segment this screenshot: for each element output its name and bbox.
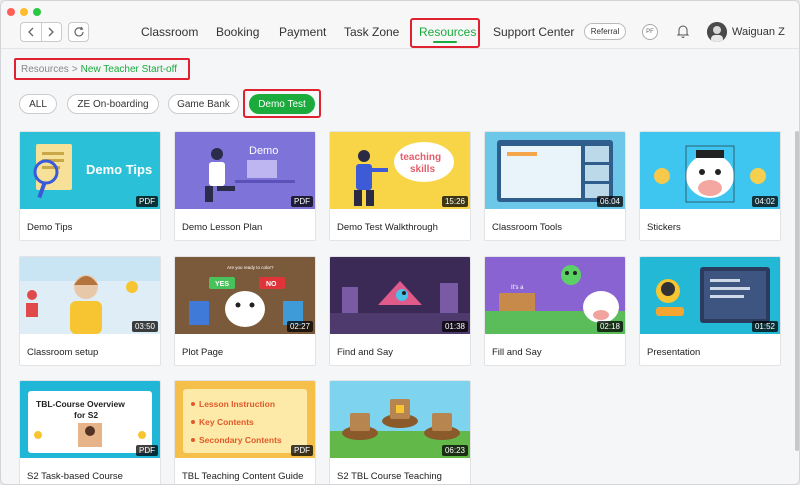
card-title: Plot Page (182, 347, 224, 358)
filter-all[interactable]: ALL (19, 94, 57, 114)
svg-text:NO: NO (266, 281, 277, 288)
menu-classroom[interactable]: Classroom (141, 25, 198, 39)
menu-task-zone[interactable]: Task Zone (344, 25, 399, 39)
pf-badge-icon[interactable]: PF (642, 24, 658, 40)
card-title: Demo Test Walkthrough (337, 222, 438, 233)
card-thumbnail: It's a 02:18 (485, 257, 625, 334)
card-thumbnail: Lesson Instruction Key Contents Secondar… (175, 381, 315, 458)
bell-icon[interactable] (675, 23, 691, 39)
resource-card[interactable]: 04:02 Stickers (639, 131, 781, 241)
card-thumbnail: Demo Tips PDF (20, 132, 160, 209)
resource-card[interactable]: 01:38 Find and Say (329, 256, 471, 366)
forward-button[interactable] (42, 23, 62, 41)
card-title: Demo Tips (27, 222, 73, 233)
close-window-button[interactable] (7, 8, 15, 16)
resources-highlight-box (410, 18, 480, 48)
resource-card[interactable]: Demo Tips PDF Demo Tips (19, 131, 161, 241)
card-title: Classroom Tools (492, 222, 563, 233)
card-badge: 15:26 (441, 196, 468, 207)
maximize-window-button[interactable] (33, 8, 41, 16)
referral-button[interactable]: Referral (584, 23, 626, 40)
filter-game-bank[interactable]: Game Bank (168, 94, 239, 114)
active-tab-underline (433, 41, 457, 43)
resource-card[interactable]: Demo PDF Demo Lesson Plan (174, 131, 316, 241)
svg-text:Demo: Demo (249, 145, 278, 157)
card-badge: PDF (291, 196, 313, 207)
menu-payment[interactable]: Payment (279, 25, 326, 39)
card-thumbnail: 06:23 (330, 381, 470, 458)
card-title: Demo Lesson Plan (182, 222, 263, 233)
card-badge: 01:38 (441, 321, 468, 332)
app-window: Classroom Booking Payment Task Zone Reso… (0, 0, 800, 485)
card-thumbnail: Are you ready to color? YES NO 02:27 (175, 257, 315, 334)
svg-text:TBL-Course Overview: TBL-Course Overview (36, 399, 125, 409)
username[interactable]: Waiguan Z (732, 26, 785, 38)
resource-card[interactable]: Lesson Instruction Key Contents Secondar… (174, 380, 316, 484)
card-badge: PDF (136, 196, 158, 207)
breadcrumb-current: New Teacher Start-off (80, 63, 177, 75)
card-title: Fill and Say (492, 347, 542, 358)
refresh-button[interactable] (68, 22, 89, 42)
svg-text:Key Contents: Key Contents (199, 417, 254, 427)
back-button[interactable] (21, 23, 42, 41)
card-title: TBL Teaching Content Guide (182, 471, 304, 482)
menu-booking[interactable]: Booking (216, 25, 259, 39)
top-bar: Classroom Booking Payment Task Zone Reso… (1, 1, 799, 49)
svg-text:for S2: for S2 (74, 410, 98, 420)
card-thumbnail: 01:38 (330, 257, 470, 334)
svg-text:Are you ready to color?: Are you ready to color? (227, 265, 274, 270)
card-title: Stickers (647, 222, 681, 233)
card-thumbnail: Demo PDF (175, 132, 315, 209)
card-title: Classroom setup (27, 347, 99, 358)
card-badge: 02:18 (596, 321, 623, 332)
scrollbar[interactable] (795, 131, 799, 451)
card-thumbnail: 01:52 (640, 257, 780, 334)
filter-ze-onboarding[interactable]: ZE On-boarding (67, 94, 159, 114)
resource-card[interactable]: Are you ready to color? YES NO 02:27 Plo… (174, 256, 316, 366)
card-badge: 04:02 (751, 196, 778, 207)
svg-text:Demo Tips: Demo Tips (86, 162, 152, 177)
card-title: S2 TBL Course Teaching Instructions (337, 471, 442, 484)
card-thumbnail: TBL-Course Overview for S2 PDF (20, 381, 160, 458)
card-thumbnail: teaching skills 15:26 (330, 132, 470, 209)
refresh-icon (73, 26, 84, 37)
history-nav (20, 22, 62, 42)
svg-text:Lesson Instruction: Lesson Instruction (199, 399, 275, 409)
card-badge: 06:23 (441, 445, 468, 456)
card-badge: 02:27 (286, 321, 313, 332)
resource-card[interactable]: 06:04 Classroom Tools (484, 131, 626, 241)
resource-card[interactable]: 03:50 Classroom setup (19, 256, 161, 366)
svg-text:skills: skills (410, 164, 435, 175)
card-title: Presentation (647, 347, 701, 358)
svg-text:teaching: teaching (400, 152, 441, 163)
chevron-left-icon (27, 27, 34, 37)
svg-text:Secondary Contents: Secondary Contents (199, 435, 282, 445)
resource-card[interactable]: 06:23 S2 TBL Course Teaching Instruction… (329, 380, 471, 484)
card-thumbnail: 03:50 (20, 257, 160, 334)
card-title: Find and Say (337, 347, 393, 358)
breadcrumb-root[interactable]: Resources (21, 64, 69, 75)
card-badge: 06:04 (596, 196, 623, 207)
resource-card[interactable]: It's a 02:18 Fill and Say (484, 256, 626, 366)
card-thumbnail: 06:04 (485, 132, 625, 209)
card-thumbnail: 04:02 (640, 132, 780, 209)
breadcrumb-separator: > (71, 63, 78, 75)
demo-test-highlight-box (243, 89, 321, 118)
avatar[interactable] (707, 22, 727, 42)
card-badge: PDF (291, 445, 313, 456)
svg-text:YES: YES (215, 281, 229, 288)
resource-card[interactable]: TBL-Course Overview for S2 PDF S2 Task-b… (19, 380, 161, 484)
minimize-window-button[interactable] (20, 8, 28, 16)
resource-card[interactable]: teaching skills 15:26 Demo Test Walkthro… (329, 131, 471, 241)
svg-text:It's a: It's a (511, 285, 524, 291)
resource-card[interactable]: 01:52 Presentation (639, 256, 781, 366)
card-title: S2 Task-based Course Overview (27, 471, 123, 484)
breadcrumb: Resources > New Teacher Start-off (14, 58, 190, 80)
card-badge: PDF (136, 445, 158, 456)
card-badge: 03:50 (131, 321, 158, 332)
menu-support-center[interactable]: Support Center (493, 25, 574, 39)
card-badge: 01:52 (751, 321, 778, 332)
chevron-right-icon (48, 27, 55, 37)
